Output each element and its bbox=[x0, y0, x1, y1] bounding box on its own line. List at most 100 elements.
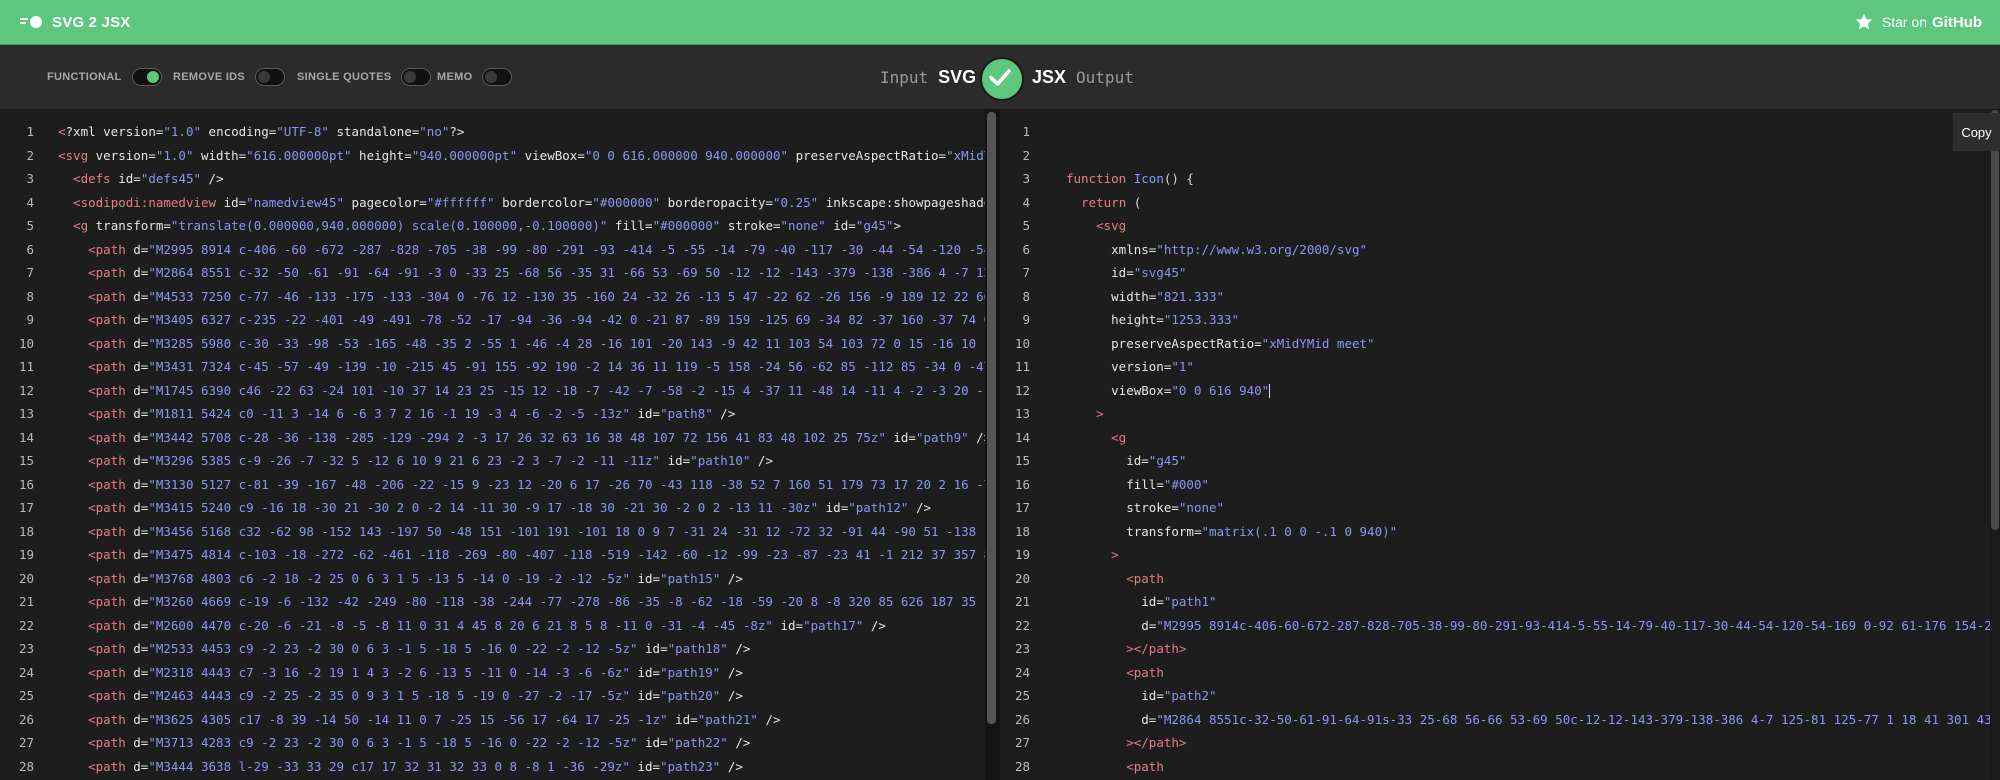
code-line[interactable]: 21 id="path1" bbox=[1000, 590, 2000, 614]
copy-button[interactable]: Copy bbox=[1953, 113, 2000, 151]
star-on-github-link[interactable]: Star on GitHub bbox=[1854, 0, 1982, 44]
line-number: 3 bbox=[26, 171, 34, 186]
convert-status[interactable] bbox=[980, 57, 1024, 101]
line-code: <path d="M3713 4283 c9 -2 23 -2 30 0 6 3… bbox=[58, 731, 750, 755]
output-scrollbar[interactable] bbox=[1991, 110, 1999, 530]
input-editor[interactable]: 1 <?xml version="1.0" encoding="UTF-8" st… bbox=[0, 110, 985, 780]
code-token: version= bbox=[88, 147, 156, 163]
code-token: id= bbox=[1141, 688, 1164, 703]
option-single-quotes[interactable]: SINGLE QUOTES bbox=[297, 45, 432, 109]
code-line[interactable]: 26 <path d="M3625 4305 c17 -8 39 -14 50 … bbox=[0, 708, 985, 732]
code-line[interactable]: 20 <path d="M3768 4803 c6 -2 18 -2 25 0 … bbox=[0, 567, 985, 591]
code-line[interactable]: 7 id="svg45" bbox=[1000, 261, 2000, 285]
code-token: width= bbox=[193, 147, 247, 163]
code-line[interactable]: 19 <path d="M3475 4814 c-103 -18 -272 -6… bbox=[0, 543, 985, 567]
code-line[interactable]: 22 d="M2995 8914c-406-60-672-287-828-705… bbox=[1000, 614, 2000, 638]
code-line[interactable]: 10 <path d="M3285 5980 c-30 -33 -98 -53 … bbox=[0, 332, 985, 356]
code-line[interactable]: 1 bbox=[1000, 120, 2000, 144]
code-line[interactable]: 28 <path d="M3444 3638 l-29 -33 33 29 c1… bbox=[0, 755, 985, 779]
code-token: "M2318 4443 c7 -3 16 -2 19 1 4 3 -2 6 -1… bbox=[148, 664, 630, 680]
code-line[interactable]: 1 <?xml version="1.0" encoding="UTF-8" st… bbox=[0, 120, 985, 144]
option-functional[interactable]: FUNCTIONAL bbox=[47, 45, 162, 109]
code-line[interactable]: 17 stroke="none" bbox=[1000, 496, 2000, 520]
code-line[interactable]: 24 <path bbox=[1000, 661, 2000, 685]
output-format-label: JSX bbox=[1032, 66, 1067, 87]
code-line[interactable]: 2 <svg version="1.0" width="616.000000pt"… bbox=[0, 144, 985, 168]
code-line[interactable]: 23 <path d="M2533 4453 c9 -2 23 -2 30 0 … bbox=[0, 637, 985, 661]
code-line[interactable]: 13 > bbox=[1000, 402, 2000, 426]
code-line[interactable]: 6 <path d="M2995 8914 c-406 -60 -672 -28… bbox=[0, 238, 985, 262]
code-token: d= bbox=[125, 570, 149, 586]
code-line[interactable]: 16 <path d="M3130 5127 c-81 -39 -167 -48… bbox=[0, 473, 985, 497]
code-line[interactable]: 25 <path d="M2463 4443 c9 -2 25 -2 35 0 … bbox=[0, 684, 985, 708]
option-remove-ids[interactable]: REMOVE IDS bbox=[173, 45, 286, 109]
code-line[interactable]: 5 <svg bbox=[1000, 214, 2000, 238]
code-line[interactable]: 27 ></path> bbox=[1000, 731, 2000, 755]
code-line[interactable]: 11 <path d="M3431 7324 c-45 -57 -49 -139… bbox=[0, 355, 985, 379]
line-number: 24 bbox=[1014, 664, 1030, 680]
code-line[interactable]: 9 <path d="M3405 6327 c-235 -22 -401 -49… bbox=[0, 308, 985, 332]
code-line[interactable]: 15 <path d="M3296 5385 c-9 -26 -7 -32 5 … bbox=[0, 449, 985, 473]
code-token: <path bbox=[88, 641, 126, 656]
code-line[interactable]: 4 <sodipodi:namedview id="namedview45" p… bbox=[0, 191, 985, 215]
code-line[interactable]: 23 ></path> bbox=[1000, 637, 2000, 661]
line-number: 19 bbox=[18, 547, 34, 562]
code-line[interactable]: 26 d="M2864 8551c-32-50-61-91-64-91s-33 … bbox=[1000, 708, 2000, 732]
functional-toggle[interactable] bbox=[131, 68, 162, 86]
code-token: "M3475 4814 c-103 -18 -272 -62 -461 -118… bbox=[148, 547, 985, 562]
line-code: <g bbox=[1066, 426, 1126, 450]
code-line[interactable]: 12 <path d="M1745 6390 c46 -22 63 -24 10… bbox=[0, 379, 985, 403]
code-line[interactable]: 13 <path d="M1811 5424 c0 -11 3 -14 6 -6… bbox=[0, 402, 985, 426]
code-line[interactable]: 17 <path d="M3415 5240 c9 -16 18 -30 21 … bbox=[0, 496, 985, 520]
code-line[interactable]: 27 <path d="M3713 4283 c9 -2 23 -2 30 0 … bbox=[0, 731, 985, 755]
code-line[interactable]: 11 version="1" bbox=[1000, 355, 2000, 379]
code-line[interactable]: 19 > bbox=[1000, 543, 2000, 567]
code-line[interactable]: 21 <path d="M3260 4669 c-19 -6 -132 -42 … bbox=[0, 590, 985, 614]
code-line[interactable]: 8 <path d="M4533 7250 c-77 -46 -133 -175… bbox=[0, 285, 985, 309]
code-line[interactable]: 20 <path bbox=[1000, 567, 2000, 591]
code-line[interactable]: 3 <defs id="defs45" /> bbox=[0, 167, 985, 191]
code-line[interactable]: 14 <path d="M3442 5708 c-28 -36 -138 -28… bbox=[0, 426, 985, 450]
line-code: <svg bbox=[1066, 214, 1126, 238]
memo-toggle[interactable] bbox=[482, 68, 513, 86]
line-number: 9 bbox=[1022, 312, 1030, 327]
code-line[interactable]: 15 id="g45" bbox=[1000, 449, 2000, 473]
code-line[interactable]: 12 viewBox="0 0 616 940" bbox=[1000, 379, 2000, 403]
code-line[interactable]: 24 <path d="M2318 4443 c7 -3 16 -2 19 1 … bbox=[0, 661, 985, 685]
code-line[interactable]: 5 <g transform="translate(0.000000,940.0… bbox=[0, 214, 985, 238]
code-line[interactable]: 2 bbox=[1000, 144, 2000, 168]
output-editor[interactable]: 1 2 3 function Icon() {4 return (5 <svg 6 xm… bbox=[1000, 110, 2000, 780]
code-line[interactable]: 4 return ( bbox=[1000, 191, 2000, 215]
code-line[interactable]: 7 <path d="M2864 8551 c-32 -50 -61 -91 -… bbox=[0, 261, 985, 285]
code-line[interactable]: 25 id="path2" bbox=[1000, 684, 2000, 708]
code-token: /> bbox=[720, 688, 743, 703]
input-scrollbar[interactable] bbox=[987, 112, 996, 724]
code-line[interactable]: 28 <path bbox=[1000, 755, 2000, 779]
code-token: preserveAspectRatio= bbox=[788, 147, 947, 163]
code-line[interactable]: 18 transform="matrix(.1 0 0 -.1 0 940)" bbox=[1000, 520, 2000, 544]
code-line[interactable]: 14 <g bbox=[1000, 426, 2000, 450]
line-code: <path d="M3130 5127 c-81 -39 -167 -48 -2… bbox=[58, 473, 985, 497]
brand[interactable]: SVG 2 JSX bbox=[20, 0, 131, 44]
single-quotes-toggle[interactable] bbox=[401, 68, 432, 86]
code-token: <path bbox=[88, 711, 126, 727]
option-memo[interactable]: MEMO bbox=[437, 45, 513, 109]
code-line[interactable]: 18 <path d="M3456 5168 c32 -62 98 -152 1… bbox=[0, 520, 985, 544]
remove-ids-toggle[interactable] bbox=[255, 68, 286, 86]
code-line[interactable]: 16 fill="#000" bbox=[1000, 473, 2000, 497]
code-line[interactable]: 10 preserveAspectRatio="xMidYMid meet" bbox=[1000, 332, 2000, 356]
code-line[interactable]: 8 width="821.333" bbox=[1000, 285, 2000, 309]
code-line[interactable]: 9 height="1253.333" bbox=[1000, 308, 2000, 332]
code-token: <path bbox=[88, 664, 126, 680]
code-token: "M3431 7324 c-45 -57 -49 -139 -10 -215 4… bbox=[148, 359, 985, 374]
code-line[interactable]: 6 xmlns="http://www.w3.org/2000/svg" bbox=[1000, 238, 2000, 262]
code-line[interactable]: 3 function Icon() { bbox=[1000, 167, 2000, 191]
code-line[interactable]: 22 <path d="M2600 4470 c-20 -6 -21 -8 -5… bbox=[0, 614, 985, 638]
